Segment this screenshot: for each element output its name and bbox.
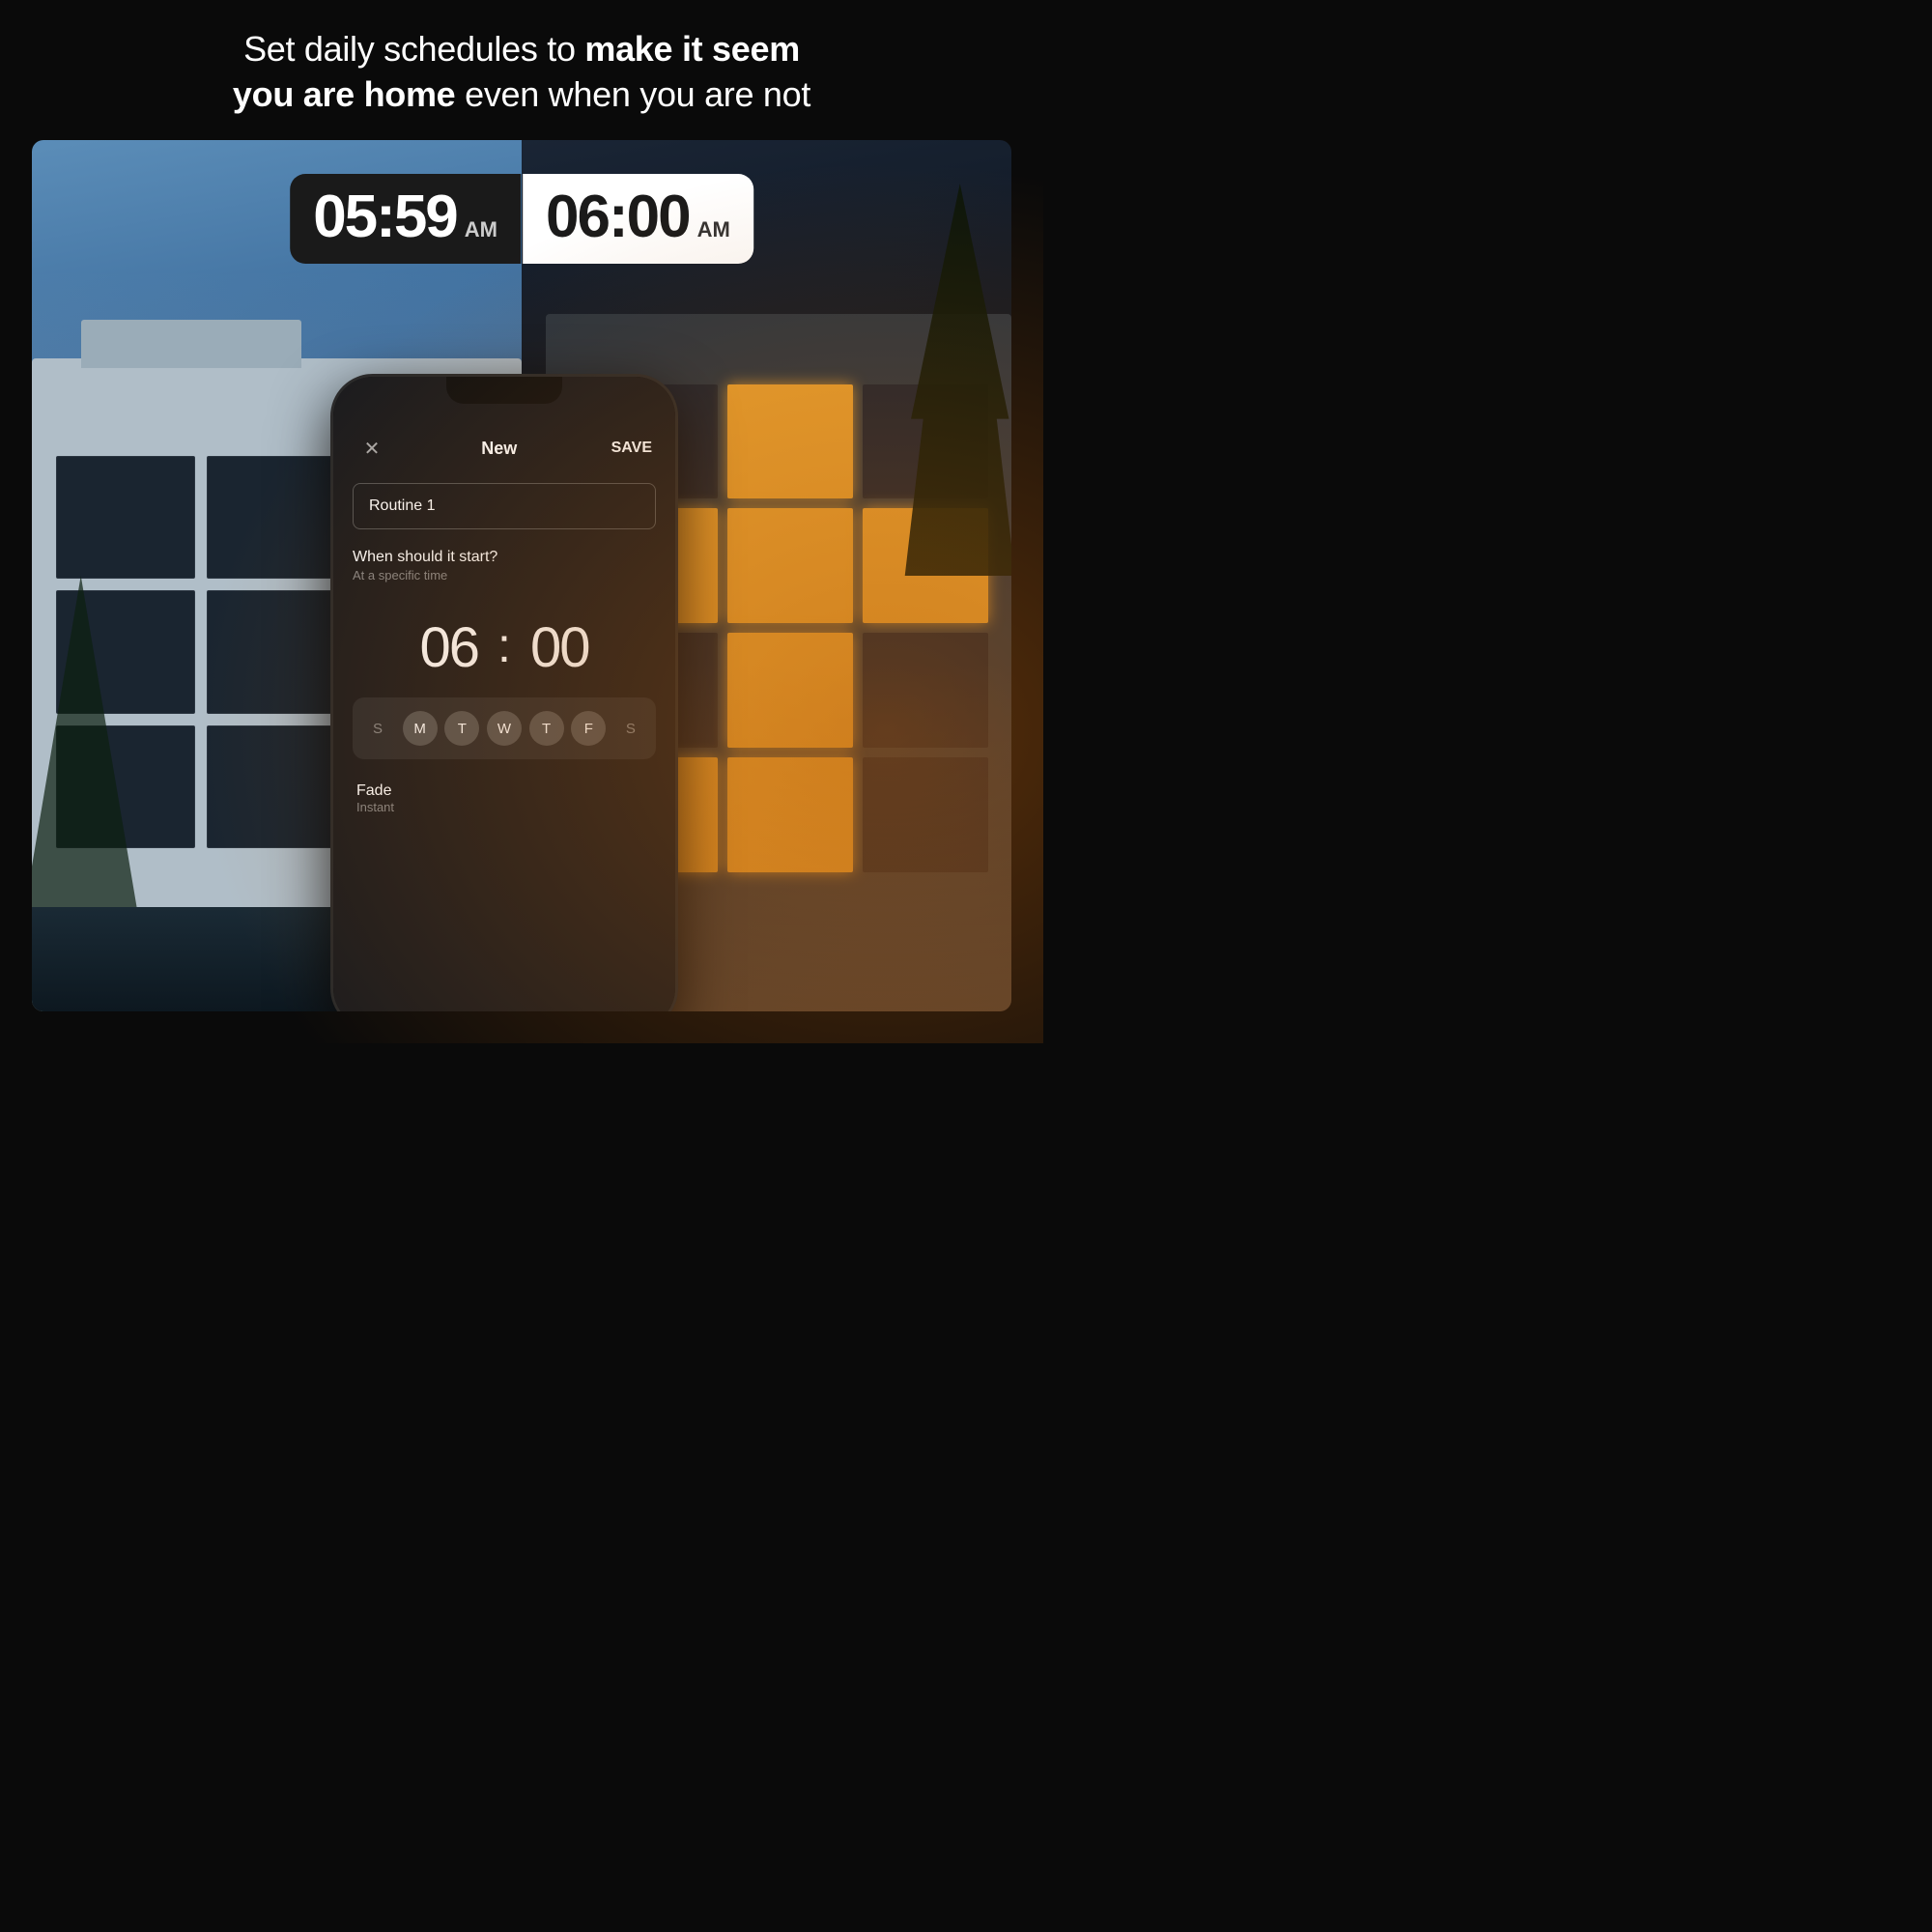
day-item-t[interactable]: T [444,711,479,746]
day-item-s[interactable]: S [613,711,648,746]
time-box-right: 06:00 AM [523,174,753,264]
save-button[interactable]: SAVE [611,440,652,457]
day-item-m[interactable]: M [403,711,438,746]
close-icon: ✕ [364,437,381,461]
fade-label: Fade [356,782,652,800]
window-right-lit [727,508,853,623]
schedule-label: When should it start? [353,549,656,566]
day-item-s[interactable]: S [360,711,395,746]
schedule-sublabel: At a specific time [353,568,656,582]
time-picker[interactable]: 06 : 00 [353,608,656,697]
schedule-section: When should it start? At a specific time [353,549,656,598]
fade-section[interactable]: Fade Instant [353,775,656,822]
phone-title: New [481,439,517,459]
phone-mockup: ✕ New SAVE Routine 1 When should it star… [330,374,678,1011]
window-right-lit [727,384,853,499]
day-item-t[interactable]: T [529,711,564,746]
time-right-ampm: AM [697,217,730,242]
time-separator: : [497,617,511,673]
phone-content: ✕ New SAVE Routine 1 When should it star… [333,377,675,1011]
minute-picker[interactable]: 00 [530,620,589,676]
phone-notch [446,377,562,404]
time-left-digits: 05:59 [313,187,457,247]
time-display: 05:59 AM 06:00 AM [290,174,753,264]
window [56,456,195,579]
time-left-ampm: AM [465,217,497,242]
time-right-digits: 06:00 [546,187,690,247]
close-button[interactable]: ✕ [356,433,387,464]
day-item-f[interactable]: F [571,711,606,746]
phone-header: ✕ New SAVE [353,425,656,483]
day-selector[interactable]: SMTWTFS [353,697,656,759]
day-item-w[interactable]: W [487,711,522,746]
header-section: Set daily schedules to make it seem you … [0,0,1043,139]
hour-picker[interactable]: 06 [420,620,479,676]
window [207,590,346,713]
window [207,456,346,579]
main-image-area: 05:59 AM 06:00 AM ✕ New SAVE Routine 1 [32,140,1011,1011]
routine-input-value: Routine 1 [369,497,436,514]
header-text: Set daily schedules to make it seem you … [77,27,966,118]
routine-name-input[interactable]: Routine 1 [353,483,656,529]
window [207,725,346,848]
time-box-left: 05:59 AM [290,174,521,264]
fade-sublabel: Instant [356,800,652,814]
